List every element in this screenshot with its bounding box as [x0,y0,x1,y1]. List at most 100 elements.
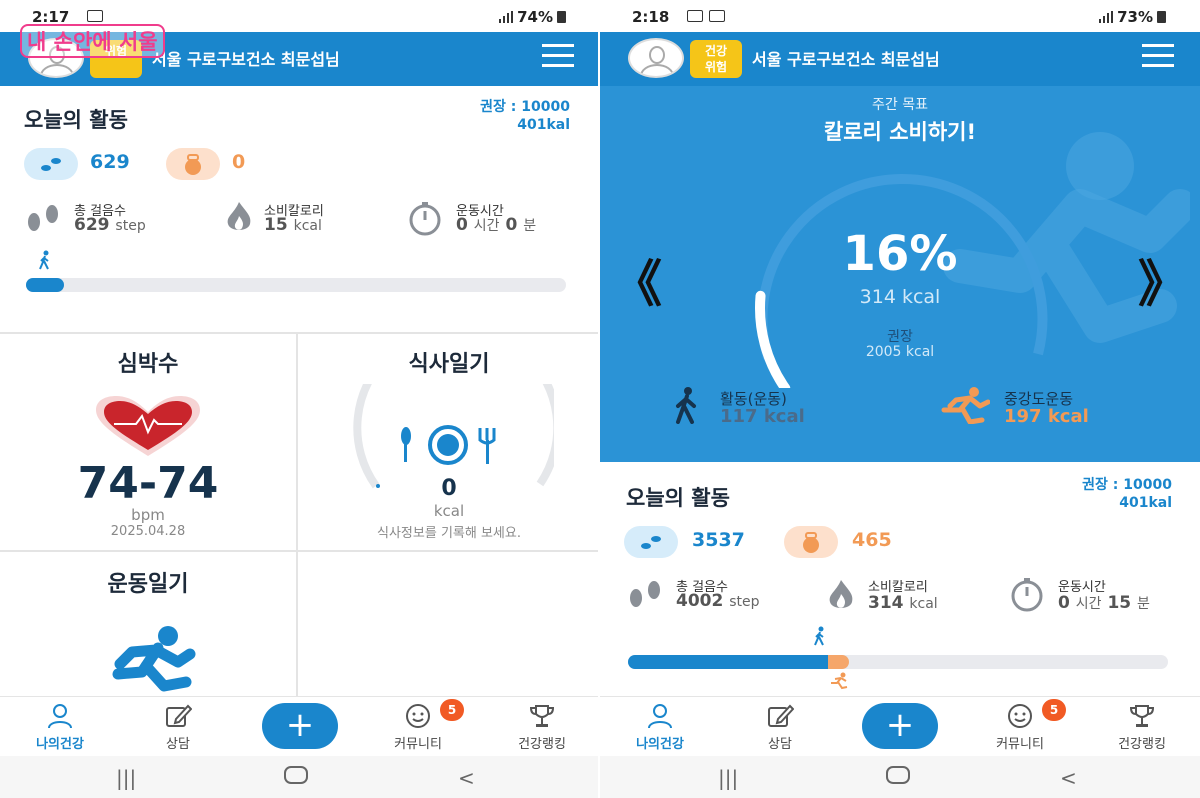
running-icon [941,387,990,424]
steps-pill-value: 3537 [692,529,745,551]
community-badge: 5 [1042,699,1066,721]
add-button[interactable]: + [262,703,338,749]
nav-counsel[interactable]: 상담 [128,703,228,752]
nav-counsel[interactable]: 상담 [730,703,830,752]
activity-progress-bar [628,655,1168,669]
exercise-diary-title: 운동일기 [107,572,189,597]
time-minutes: 0 [505,215,518,235]
activity-progress-fill [628,655,828,669]
status-bar: 2:18 73% [600,0,1200,32]
battery-icon [557,11,566,23]
next-week-button[interactable]: 》 [1138,244,1188,316]
time-minutes-unit: 분 [523,218,537,234]
badge-line1: 건강 [704,44,728,58]
status-time: 2:18 [632,8,670,26]
flame-icon [227,202,251,230]
nav-counsel-label: 상담 [166,737,190,752]
nav-my-health[interactable]: 나의건강 [610,703,710,752]
recommend-kcal: 401kal [517,117,570,133]
nav-community[interactable]: 커뮤니티 5 [970,699,1070,752]
runner-icon [112,626,196,692]
recommend-steps: 권장 : 10000 [480,99,570,115]
prev-week-button[interactable]: 《 [612,244,662,316]
activity-title: 오늘의 활동 [24,108,128,132]
goal-title: 칼로리 소비하기! [823,120,977,144]
recent-apps-icon[interactable]: ||| [718,766,738,790]
person-icon [648,704,672,729]
stopwatch-icon [1011,578,1043,612]
kcal-pill-value: 0 [232,151,246,173]
home-icon[interactable] [886,766,910,784]
android-nav-bar: ||| < [0,756,600,798]
goal-subtitle: 주간 목표 [872,97,928,113]
heart-rate-title: 심박수 [117,352,179,377]
menu-icon[interactable] [542,44,574,68]
nav-community[interactable]: 커뮤니티 5 [368,699,468,752]
steps-pill-value: 629 [90,151,130,173]
smile-icon [1008,704,1032,728]
goal-recommend-value: 2005 kcal [865,344,935,360]
recommend-steps: 권장 : 10000 [1082,477,1172,493]
walking-icon [676,387,696,424]
nav-community-label: 커뮤니티 [394,737,442,752]
nav-my-health-label: 나의건강 [636,737,684,752]
steps-icon [630,581,660,607]
heart-rate-date: 2025.04.28 [110,524,186,539]
bottom-nav: 나의건강 상담 + 커뮤니티 5 건강랭킹 [0,696,600,756]
gallery-icon [687,10,703,22]
walker-marker-icon [38,250,49,270]
time-hours-unit: 시간 [473,218,500,234]
total-steps-value: 4002 step [676,591,760,611]
heart-icon [96,396,200,456]
notification-icon [709,10,725,22]
kcal-pill [784,526,838,558]
home-icon[interactable] [284,766,308,784]
calories-value: 314 kcal [868,593,938,613]
app-header: 건강 위험 서울 구로구보건소 최문섭님 [600,32,1200,86]
back-icon[interactable]: < [1060,766,1077,790]
add-button[interactable]: + [862,703,938,749]
nav-ranking[interactable]: 건강랭킹 [1092,703,1192,752]
total-steps-number: 629 [74,215,110,235]
heart-rate-value: 74-74 [77,458,219,509]
calories-number: 314 [868,593,904,613]
right-screen: 2:18 73% 건강 위험 서울 구로구보건소 최문섭님 주간 목표 칼로리 … [600,0,1200,798]
left-screen: 2:17 74% 위험 서울 구로구보건소 최문섭님 내 손안에 서울 오늘의 … [0,0,600,798]
activity-kcal-value: 117 kcal [720,406,805,427]
edit-icon [166,704,192,727]
time-minutes: 15 [1107,593,1132,613]
footprints-icon [641,536,661,549]
trophy-icon [529,705,555,727]
signal-icon [1099,11,1114,23]
bottom-nav: 나의건강 상담 + 커뮤니티 5 건강랭킹 [600,696,1200,756]
android-nav-bar: ||| < [600,756,1200,798]
calories-unit: kcal [293,218,322,234]
section-divider [0,332,600,334]
time-minutes-unit: 분 [1137,596,1150,612]
total-steps-value: 629 step [74,215,146,235]
activity-progress-bar [26,278,566,292]
plate-icon [401,425,496,465]
footprints-icon [41,158,61,171]
meal-kcal-value: 0 [441,476,457,501]
recommend-info: 권장 : 10000 401kal [1082,476,1172,512]
nav-counsel-label: 상담 [768,737,792,752]
watermark-logo: 내 손안에 서울 [20,24,165,58]
recommend-info: 권장 : 10000 401kal [480,98,570,134]
meal-diary-title: 식사일기 [408,352,490,377]
nav-my-health[interactable]: 나의건강 [10,703,110,752]
nav-ranking[interactable]: 건강랭킹 [492,703,592,752]
kcal-pill-value: 465 [852,529,892,551]
menu-icon[interactable] [1142,44,1174,68]
gallery-icon [87,10,103,22]
recent-apps-icon[interactable]: ||| [116,766,136,790]
back-icon[interactable]: < [458,766,475,790]
profile-avatar[interactable] [628,38,684,78]
stopwatch-icon [409,202,441,236]
weekly-goal-panel: 주간 목표 칼로리 소비하기! 16% 314 kcal 권장 2005 kca… [600,86,1200,462]
kettlebell-icon [185,154,201,175]
nav-ranking-label: 건강랭킹 [518,737,566,752]
steps-pill [24,148,78,180]
battery-icon [1157,11,1166,23]
meal-hint: 식사정보를 기록해 보세요. [377,526,521,541]
